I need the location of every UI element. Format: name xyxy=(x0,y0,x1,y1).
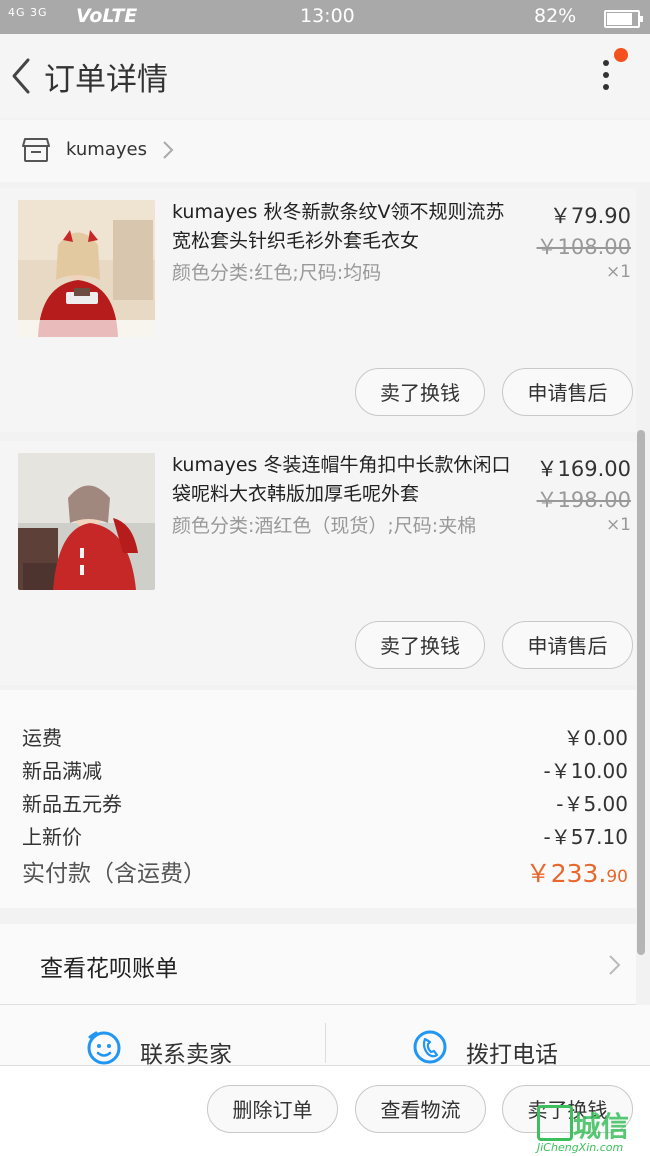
product-image[interactable] xyxy=(18,453,155,590)
view-logistics-button[interactable]: 查看物流 xyxy=(355,1085,486,1133)
product-price: ￥169.00 xyxy=(536,457,631,481)
back-arrow-icon[interactable] xyxy=(8,56,38,96)
call-phone-button[interactable]: 拨打电话 xyxy=(326,1005,650,1068)
contact-seller-label: 联系卖家 xyxy=(140,1042,232,1068)
total-label: 实付款（含运费） xyxy=(22,861,206,887)
original-price: ￥108.00 xyxy=(536,235,631,259)
contact-seller-button[interactable]: 联系卖家 xyxy=(0,1005,325,1068)
chevron-right-icon xyxy=(163,141,174,159)
watermark-logo-icon xyxy=(537,1105,573,1141)
product-name[interactable]: kumayes 秋冬新款条纹V领不规则流苏宽松套头针织毛衫外套毛衣女 xyxy=(172,198,520,256)
resell-button[interactable]: 卖了换钱 xyxy=(355,368,485,416)
battery-icon xyxy=(604,10,643,28)
product-name[interactable]: kumayes 冬装连帽牛角扣中长款休闲口袋呢料大衣韩版加厚毛呢外套 xyxy=(172,451,520,509)
site-watermark: 城信 JiChengXin.com xyxy=(533,1105,650,1155)
status-time: 13:00 xyxy=(300,5,355,27)
battery-percent: 82% xyxy=(534,5,577,27)
order-item: kumayes 冬装连帽牛角扣中长款休闲口袋呢料大衣韩版加厚毛呢外套 颜色分类:… xyxy=(0,441,636,685)
phone-icon xyxy=(413,1030,447,1064)
total-value-cents: 90 xyxy=(606,867,628,887)
product-image[interactable] xyxy=(18,200,155,337)
signal-indicator: 4G 3G xyxy=(8,6,48,19)
delete-order-button[interactable]: 删除订单 xyxy=(207,1085,338,1133)
original-price: ￥198.00 xyxy=(536,488,631,512)
quantity: ×1 xyxy=(605,262,631,282)
fee-value-shipping: ￥0.00 xyxy=(563,726,628,750)
fee-value-discount: -￥10.00 xyxy=(543,759,628,783)
fee-label-discount: 新品满减 xyxy=(22,759,102,783)
product-spec: 颜色分类:红色;尺码:均码 xyxy=(172,262,382,284)
after-sale-button[interactable]: 申请售后 xyxy=(502,368,633,416)
fee-value-coupon: -￥5.00 xyxy=(556,792,628,816)
fee-label-newprice: 上新价 xyxy=(22,825,82,849)
chat-face-icon xyxy=(87,1031,121,1065)
page-header: 订单详情 xyxy=(0,34,650,118)
shop-row[interactable]: kumayes xyxy=(0,120,650,182)
watermark-url: JiChengXin.com xyxy=(537,1141,624,1154)
more-menu-icon[interactable] xyxy=(596,60,616,96)
contact-bar: 联系卖家 拨打电话 xyxy=(0,1005,650,1068)
huabei-bill-row[interactable]: 查看花呗账单 xyxy=(0,924,636,1005)
scrollbar[interactable] xyxy=(637,430,645,955)
notification-dot xyxy=(614,48,628,62)
volte-label: VoLTE xyxy=(76,5,138,27)
page-title: 订单详情 xyxy=(44,62,168,98)
resell-button[interactable]: 卖了换钱 xyxy=(355,621,485,669)
order-item: kumayes 秋冬新款条纹V领不规则流苏宽松套头针织毛衫外套毛衣女 颜色分类:… xyxy=(0,188,636,432)
fee-label-shipping: 运费 xyxy=(22,726,62,750)
fee-label-coupon: 新品五元券 xyxy=(22,792,122,816)
fee-summary: 运费 ￥0.00 新品满减 -￥10.00 新品五元券 -￥5.00 上新价 -… xyxy=(0,690,636,908)
after-sale-button[interactable]: 申请售后 xyxy=(502,621,633,669)
fee-value-newprice: -￥57.10 xyxy=(543,825,628,849)
total-value-main: ￥233. xyxy=(525,859,607,888)
chevron-right-icon xyxy=(609,955,621,975)
huabei-label: 查看花呗账单 xyxy=(40,956,178,982)
total-value: ￥233.90 xyxy=(526,854,628,890)
quantity: ×1 xyxy=(605,515,631,535)
shop-name[interactable]: kumayes xyxy=(66,139,147,160)
product-price: ￥79.90 xyxy=(549,204,631,228)
product-spec: 颜色分类:酒红色（现货）;尺码:夹棉 xyxy=(172,515,477,537)
store-icon xyxy=(22,138,50,162)
call-phone-label: 拨打电话 xyxy=(466,1042,558,1068)
watermark-text: 城信 xyxy=(573,1110,630,1143)
status-bar: 4G 3G VoLTE 13:00 82% xyxy=(0,0,650,34)
